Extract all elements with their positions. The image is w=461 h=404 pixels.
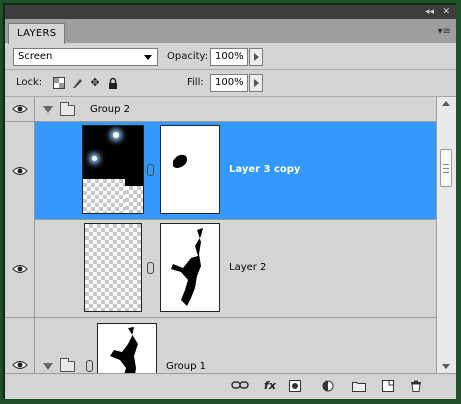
layer-name[interactable]: Group 1	[166, 361, 206, 373]
visibility-toggle[interactable]	[5, 97, 35, 122]
mask-link-icon[interactable]	[86, 360, 93, 372]
folder-icon	[60, 358, 75, 372]
blend-mode-value: Screen	[18, 51, 53, 62]
layer-mask-thumbnail[interactable]	[160, 223, 220, 312]
tab-row: LAYERS ▾≡	[5, 19, 456, 44]
scroll-down-icon[interactable]	[442, 364, 450, 369]
collapse-icon[interactable]: ◂◂	[425, 7, 434, 17]
eye-icon	[12, 265, 28, 273]
trash-icon[interactable]	[410, 380, 422, 392]
new-group-icon[interactable]	[352, 380, 366, 392]
layer-mask-thumbnail[interactable]	[160, 125, 220, 214]
blend-opacity-row: Screen Opacity: 100%	[5, 43, 456, 69]
window-frame: ◂◂ ✕ LAYERS ▾≡ Screen Opacity: 100% Lock…	[0, 0, 461, 404]
eye-icon	[12, 105, 28, 113]
layers-scrollbar[interactable]	[436, 97, 456, 373]
blend-mode-select[interactable]: Screen	[13, 48, 158, 66]
panel-titlebar: ◂◂ ✕	[5, 5, 456, 19]
lock-transparent-pixels-icon[interactable]	[53, 77, 65, 89]
mask-link-icon[interactable]	[147, 262, 154, 274]
layers-panel: ◂◂ ✕ LAYERS ▾≡ Screen Opacity: 100% Lock…	[5, 5, 456, 399]
panel-footer: fx	[5, 373, 456, 399]
layer-name[interactable]: Layer 2	[229, 262, 266, 274]
layer-row-layer-3-copy[interactable]: Layer 3 copy	[5, 122, 436, 220]
lock-all-icon[interactable]	[107, 77, 119, 89]
lock-position-icon[interactable]: ✥	[89, 77, 101, 89]
adjustment-layer-icon[interactable]	[322, 380, 334, 392]
visibility-toggle[interactable]	[5, 122, 35, 220]
fx-icon[interactable]: fx	[261, 380, 279, 392]
mask-link-icon[interactable]	[147, 164, 154, 176]
visibility-toggle[interactable]	[5, 220, 35, 318]
layer-row-layer-2[interactable]: Layer 2	[5, 220, 436, 318]
fill-label: Fill:	[187, 77, 204, 88]
lock-image-pixels-icon[interactable]	[71, 77, 83, 89]
panel-menu-icon[interactable]: ▾≡	[438, 26, 451, 37]
scroll-up-icon[interactable]	[442, 101, 450, 106]
layer-name[interactable]: Layer 3 copy	[229, 164, 300, 176]
layer-row-group-1[interactable]: Group 1	[5, 318, 436, 373]
divider	[5, 69, 456, 70]
tab-layers[interactable]: LAYERS	[8, 23, 66, 44]
layer-thumbnail	[84, 223, 142, 312]
expand-triangle-icon[interactable]	[43, 363, 53, 370]
layer-name[interactable]: Group 2	[90, 104, 130, 116]
eye-icon	[12, 361, 28, 369]
folder-icon	[60, 102, 75, 116]
layer-row-group-2[interactable]: Group 2	[5, 97, 436, 122]
opacity-slider-button[interactable]	[249, 48, 263, 66]
visibility-toggle[interactable]	[5, 318, 35, 373]
layer-thumbnail	[82, 125, 144, 214]
layers-list: Group 2 Layer 3 copy Layer 2 Group 1	[5, 97, 436, 373]
add-mask-icon[interactable]	[289, 380, 301, 392]
fill-slider-button[interactable]	[249, 74, 263, 92]
lock-label: Lock:	[16, 77, 43, 88]
close-icon[interactable]: ✕	[442, 7, 450, 17]
scrollbar-thumb[interactable]	[440, 149, 452, 187]
opacity-input[interactable]: 100%	[210, 48, 248, 66]
link-layers-icon[interactable]	[231, 380, 249, 392]
expand-triangle-icon[interactable]	[43, 106, 53, 113]
opacity-label: Opacity:	[167, 51, 209, 62]
eye-icon	[12, 167, 28, 175]
fill-input[interactable]: 100%	[210, 74, 248, 92]
new-layer-icon[interactable]	[382, 380, 394, 392]
chevron-down-icon	[144, 55, 152, 60]
group-mask-thumbnail[interactable]	[97, 323, 157, 373]
